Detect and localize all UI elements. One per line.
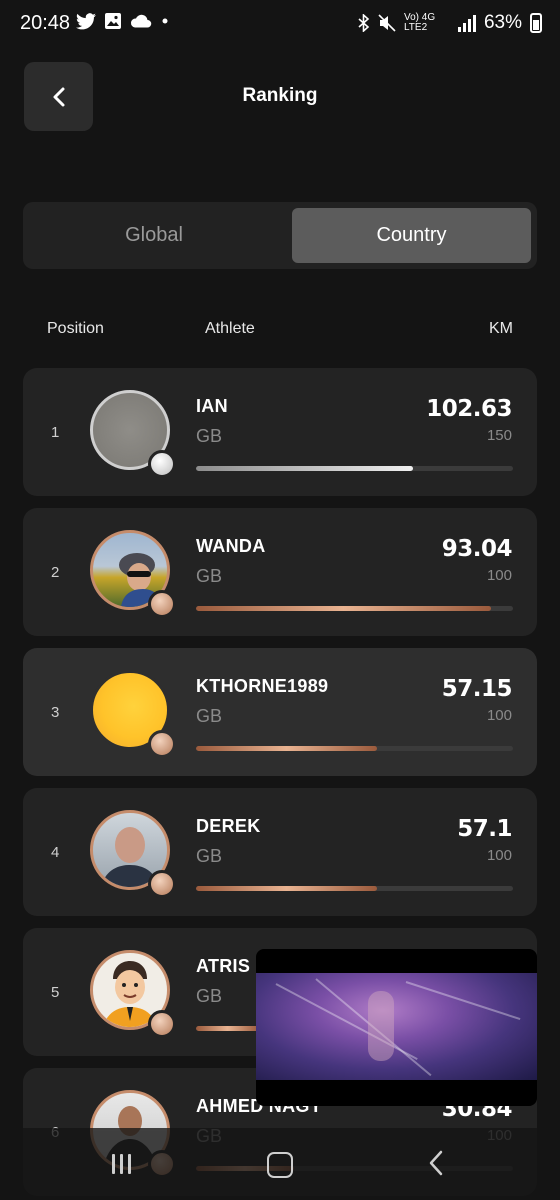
progress-fill [196, 466, 413, 471]
silver-medal-icon [148, 450, 176, 478]
athlete-name: ATRIS [196, 956, 251, 976]
rank-position: 3 [51, 704, 60, 721]
athlete-country: GB [196, 566, 223, 586]
cloud-icon [130, 14, 152, 27]
back-icon[interactable] [428, 1150, 444, 1176]
rank-position: 5 [51, 984, 60, 1001]
status-bar: 20:48 Vo) 4G LTE2 63% [0, 0, 560, 50]
system-icons: Vo) 4G LTE2 63% [358, 12, 542, 34]
network-label: Vo) 4G LTE2 [403, 12, 436, 33]
ranking-row-current-user[interactable]: 3 KTHORNE1989 GB 57.15 100 [23, 648, 537, 776]
bronze-medal-icon [148, 730, 176, 758]
athlete-country: GB [196, 986, 223, 1006]
bronze-medal-icon [148, 1010, 176, 1038]
dot-icon [162, 18, 168, 24]
athlete-country: GB [196, 706, 223, 726]
athlete-name: WANDA [196, 536, 266, 556]
ranking-row[interactable]: 2 WANDA GB 93.04 100 [23, 508, 537, 636]
bluetooth-icon [358, 14, 370, 32]
column-header-km: KM [489, 320, 513, 337]
rank-position: 1 [51, 424, 60, 441]
athlete-country: GB [196, 426, 223, 446]
bronze-medal-icon [148, 870, 176, 898]
battery-icon [530, 13, 542, 33]
column-header-athlete: Athlete [205, 320, 255, 337]
progress-fill [196, 1026, 260, 1031]
notification-icons [76, 12, 170, 30]
progress-track [196, 606, 513, 611]
page-title: Ranking [242, 85, 318, 106]
signal-icon [457, 14, 476, 32]
target-km: 100 [486, 567, 512, 584]
battery-percentage: 63% [483, 12, 522, 33]
tab-country[interactable]: Country [292, 208, 531, 263]
progress-track [196, 886, 513, 891]
progress-track [196, 466, 513, 471]
athlete-name: DEREK [196, 816, 261, 836]
video-frame [256, 973, 537, 1080]
home-icon[interactable] [267, 1152, 293, 1178]
athlete-country: GB [196, 846, 223, 866]
distance-km: 93.04 [441, 536, 513, 562]
progress-track [196, 746, 513, 751]
tab-global[interactable]: Global [29, 208, 279, 263]
recents-icon[interactable] [112, 1154, 131, 1174]
mute-icon [378, 14, 396, 32]
progress-fill [196, 746, 377, 751]
ranking-scope-toggle: Global Country [23, 202, 537, 269]
progress-fill [196, 606, 491, 611]
distance-km: 57.1 [457, 816, 512, 842]
ranking-row[interactable]: 1 IAN GB 102.63 150 [23, 368, 537, 496]
system-navigation-bar [0, 1128, 560, 1200]
athlete-name: KTHORNE1989 [196, 676, 329, 696]
target-km: 100 [486, 847, 512, 864]
image-icon [105, 13, 121, 29]
column-header-position: Position [47, 320, 104, 337]
picture-in-picture-video[interactable] [256, 949, 537, 1106]
ranking-row[interactable]: 4 DEREK GB 57.1 100 [23, 788, 537, 916]
rank-position: 4 [51, 844, 60, 861]
progress-fill [196, 886, 377, 891]
twitter-icon [76, 12, 96, 29]
athlete-name: IAN [196, 396, 228, 416]
distance-km: 102.63 [426, 396, 512, 422]
status-time: 20:48 [20, 12, 71, 34]
rank-position: 2 [51, 564, 60, 581]
bronze-medal-icon [148, 590, 176, 618]
target-km: 150 [486, 427, 512, 444]
distance-km: 57.15 [441, 676, 513, 702]
target-km: 100 [486, 707, 512, 724]
